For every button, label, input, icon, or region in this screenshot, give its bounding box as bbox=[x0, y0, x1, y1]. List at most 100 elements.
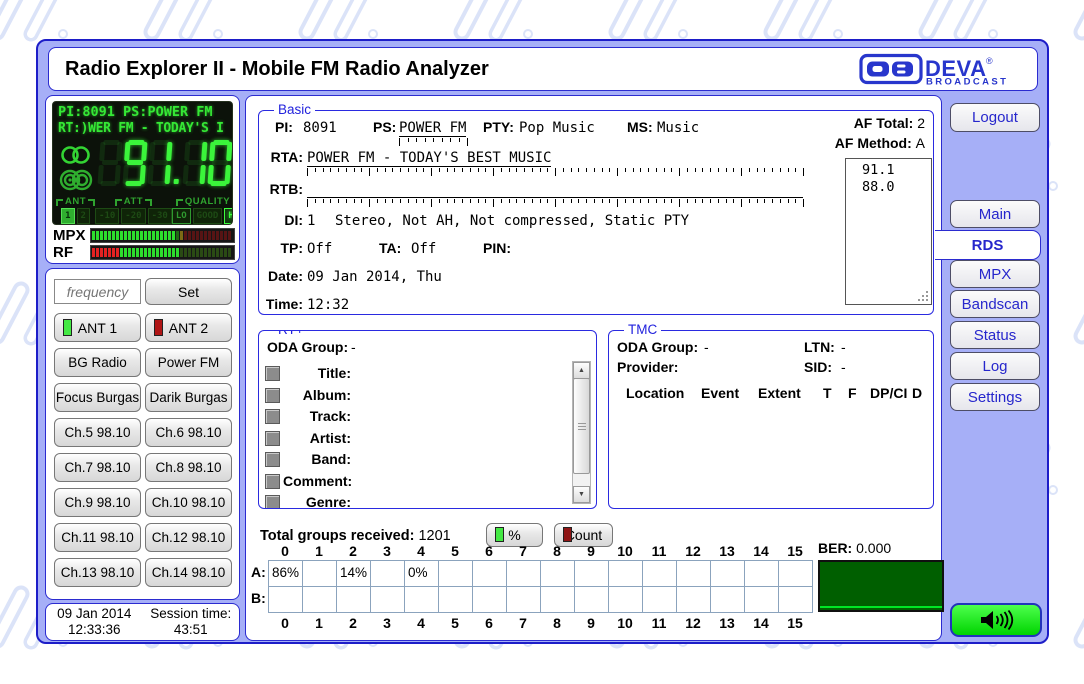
preset-button-darik-burgas[interactable]: Darik Burgas bbox=[145, 383, 232, 412]
scrollbar-thumb[interactable] bbox=[573, 378, 590, 474]
group-a-cell bbox=[473, 561, 507, 587]
frequency-input[interactable] bbox=[54, 279, 141, 304]
scroll-up-button[interactable]: ▲ bbox=[573, 362, 590, 379]
ant1-button[interactable]: ANT 1 bbox=[54, 313, 141, 342]
tmc-groupbox: TMC ODA Group: - LTN: - Provider: SID: -… bbox=[608, 330, 934, 509]
col-header: 5 bbox=[438, 543, 472, 559]
af-method: AF Method: A bbox=[835, 135, 925, 151]
pin-label: PIN: bbox=[483, 240, 511, 256]
date-label: Date: bbox=[259, 268, 303, 284]
preset-button-ch-13-98-10[interactable]: Ch.13 98.10 bbox=[54, 558, 141, 587]
preset-button-ch-6-98-10[interactable]: Ch.6 98.10 bbox=[145, 418, 232, 447]
tab-status[interactable]: Status bbox=[950, 321, 1040, 349]
rtplus-led-track bbox=[265, 409, 280, 424]
logout-button[interactable]: Logout bbox=[950, 103, 1040, 132]
rds-main-panel: Basic PI: 8091 PS: POWER FM PTY: Pop Mus… bbox=[245, 95, 942, 641]
ps-ruler bbox=[399, 138, 467, 146]
pi-value: 8091 bbox=[303, 120, 337, 136]
col-header: 6 bbox=[472, 543, 506, 559]
preset-button-ch-9-98-10[interactable]: Ch.9 98.10 bbox=[54, 488, 141, 517]
rtplus-led-genre bbox=[265, 495, 280, 509]
preset-button-ch-7-98-10[interactable]: Ch.7 98.10 bbox=[54, 453, 141, 482]
rta-label: RTA: bbox=[259, 149, 303, 165]
tab-mpx[interactable]: MPX bbox=[950, 260, 1040, 288]
rtplus-led-title bbox=[265, 366, 280, 381]
app-window: Radio Explorer II - Mobile FM Radio Anal… bbox=[36, 39, 1049, 644]
preset-button-ch-10-98-10[interactable]: Ch.10 98.10 bbox=[145, 488, 232, 517]
deva-watermark-glyph bbox=[595, 0, 695, 44]
col-header: 9 bbox=[574, 543, 608, 559]
col-header: 14 bbox=[744, 615, 778, 631]
ant2-button[interactable]: ANT 2 bbox=[145, 313, 232, 342]
rtplus-led-album bbox=[265, 388, 280, 403]
preset-button-focus-burgas[interactable]: Focus Burgas bbox=[54, 383, 141, 412]
lcd-screen: PI:8091 PS:POWER FM RT:)WER FM - TODAY'S… bbox=[52, 101, 233, 225]
col-header: 2 bbox=[336, 615, 370, 631]
preset-button-ch-11-98-10[interactable]: Ch.11 98.10 bbox=[54, 523, 141, 552]
scroll-down-button[interactable]: ▼ bbox=[573, 486, 590, 503]
ms-label: MS: bbox=[627, 119, 653, 135]
group-b-cell bbox=[371, 587, 405, 613]
rtplus-row: Band: bbox=[259, 451, 596, 469]
lcd-pi-ps-line: PI:8091 PS:POWER FM bbox=[58, 104, 212, 120]
deva-watermark-glyph bbox=[905, 0, 1005, 44]
tab-main[interactable]: Main bbox=[950, 200, 1040, 228]
preset-button-bg-radio[interactable]: BG Radio bbox=[54, 348, 141, 377]
ps-label: PS: bbox=[373, 119, 396, 135]
group-b-cell bbox=[575, 587, 609, 613]
col-header: 15 bbox=[778, 615, 812, 631]
tmc-sid-label: SID: bbox=[804, 359, 832, 375]
group-b-cell bbox=[507, 587, 541, 613]
tab-settings[interactable]: Settings bbox=[950, 383, 1040, 411]
rtplus-oda-value: - bbox=[351, 339, 356, 355]
group-a-cell: 86% bbox=[269, 561, 303, 587]
rta-ruler bbox=[307, 168, 803, 176]
group-b-cell bbox=[779, 587, 813, 613]
group-a-cell bbox=[643, 561, 677, 587]
col-header: 12 bbox=[676, 543, 710, 559]
mpx-meter-label: MPX bbox=[53, 227, 86, 244]
indicator--10: -10 bbox=[95, 208, 119, 224]
rtplus-scrollbar[interactable]: ▲ ▼ bbox=[572, 361, 591, 504]
tab-bandscan[interactable]: Bandscan bbox=[950, 290, 1040, 318]
af-list-item: 91.1 bbox=[862, 162, 931, 179]
lcd-radiotext-line: RT:)WER FM - TODAY'S I bbox=[58, 121, 224, 136]
rta-value: POWER FM - TODAY'S BEST MUSIC bbox=[307, 150, 551, 167]
tmc-col-location: Location bbox=[626, 385, 684, 401]
tab-log[interactable]: Log bbox=[950, 352, 1040, 380]
indicator-group-label: QUALITY bbox=[176, 196, 233, 207]
basic-legend: Basic bbox=[274, 102, 315, 117]
tmc-oda-label: ODA Group: bbox=[617, 339, 698, 355]
col-header: 1 bbox=[302, 543, 336, 559]
di-value: 1 bbox=[307, 213, 315, 229]
decimal-point-segment bbox=[174, 179, 179, 184]
ber-graph bbox=[818, 560, 944, 612]
basic-groupbox: Basic PI: 8091 PS: POWER FM PTY: Pop Mus… bbox=[258, 110, 934, 315]
stereo-icon bbox=[58, 144, 94, 166]
ps-value: POWER FM bbox=[399, 120, 466, 137]
tp-value: Off bbox=[307, 241, 332, 257]
tmc-oda-value: - bbox=[704, 339, 709, 355]
page-title: Radio Explorer II - Mobile FM Radio Anal… bbox=[65, 48, 489, 90]
audio-mute-button[interactable] bbox=[950, 603, 1042, 637]
rtplus-led-band bbox=[265, 452, 280, 467]
indicator-hi: HI bbox=[224, 208, 233, 224]
tmc-col-extent: Extent bbox=[758, 385, 801, 401]
group-b-cell bbox=[711, 587, 745, 613]
rtb-ruler bbox=[307, 199, 803, 207]
af-list-box[interactable]: 91.188.0 bbox=[845, 158, 932, 305]
set-button[interactable]: Set bbox=[145, 278, 232, 305]
preset-button-power-fm[interactable]: Power FM bbox=[145, 348, 232, 377]
col-header: 3 bbox=[370, 615, 404, 631]
tab-rds[interactable]: RDS bbox=[935, 230, 1041, 260]
indicator-group-label: ANT bbox=[56, 196, 95, 207]
rtplus-legend: RT+ bbox=[274, 330, 308, 337]
preset-button-ch-14-98-10[interactable]: Ch.14 98.10 bbox=[145, 558, 232, 587]
preset-button-ch-5-98-10[interactable]: Ch.5 98.10 bbox=[54, 418, 141, 447]
preset-button-ch-8-98-10[interactable]: Ch.8 98.10 bbox=[145, 453, 232, 482]
group-b-cell bbox=[541, 587, 575, 613]
preset-button-ch-12-98-10[interactable]: Ch.12 98.10 bbox=[145, 523, 232, 552]
group-b-cell bbox=[303, 587, 337, 613]
col-header: 4 bbox=[404, 615, 438, 631]
rtplus-row: Comment: bbox=[259, 473, 596, 491]
